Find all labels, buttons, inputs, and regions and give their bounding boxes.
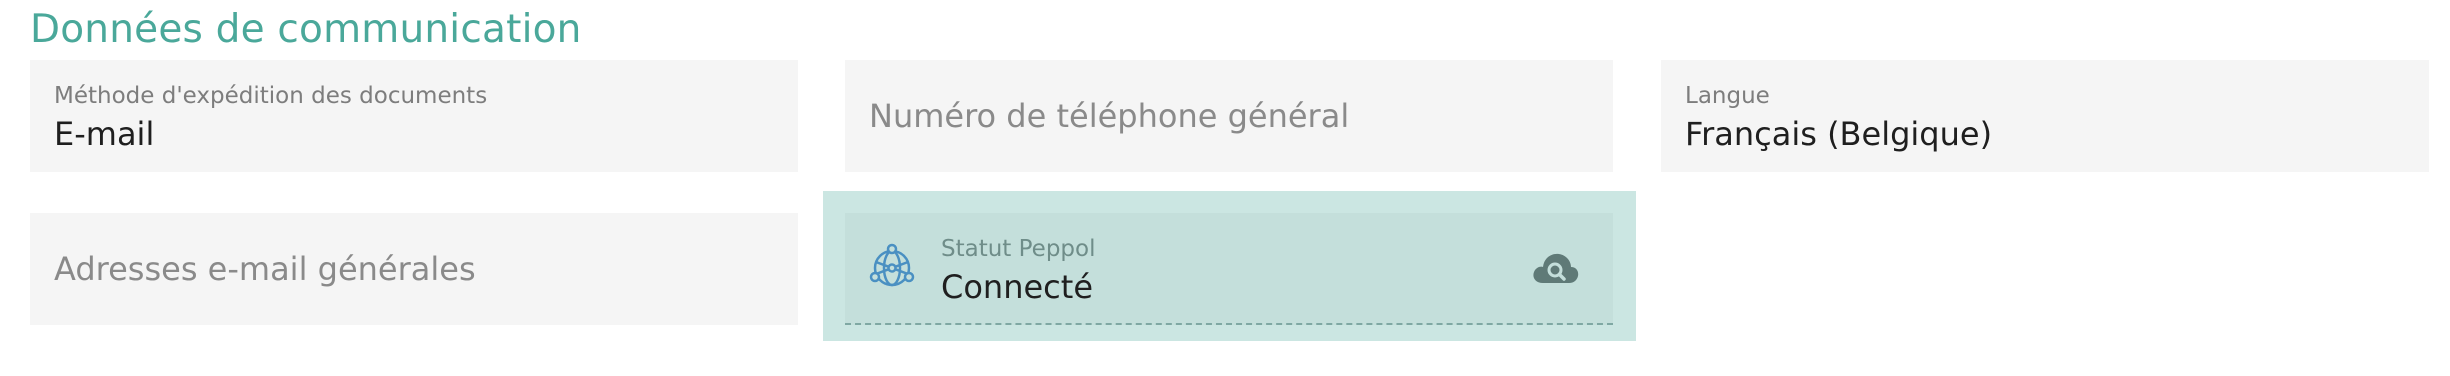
cloud-search-icon[interactable] <box>1531 249 1579 287</box>
peppol-status-highlight: Statut Peppol Connecté <box>823 191 1636 341</box>
emails-field[interactable]: Adresses e-mail générales <box>30 213 798 325</box>
phone-placeholder: Numéro de téléphone général <box>869 97 1350 135</box>
shipping-method-field[interactable]: Méthode d'expédition des documents E-mai… <box>30 60 798 172</box>
peppol-status-value: Connecté <box>941 268 1093 306</box>
phone-field[interactable]: Numéro de téléphone général <box>845 60 1613 172</box>
peppol-status-label: Statut Peppol <box>941 236 1096 262</box>
language-value: Français (Belgique) <box>1685 115 1993 153</box>
language-field[interactable]: Langue Français (Belgique) <box>1661 60 2429 172</box>
section-title: Données de communication <box>30 7 582 52</box>
globe-network-icon <box>869 243 915 287</box>
shipping-method-value: E-mail <box>54 115 155 153</box>
peppol-status-field[interactable]: Statut Peppol Connecté <box>845 213 1613 325</box>
language-label: Langue <box>1685 83 1770 109</box>
shipping-method-label: Méthode d'expédition des documents <box>54 83 488 109</box>
emails-placeholder: Adresses e-mail générales <box>54 250 476 288</box>
